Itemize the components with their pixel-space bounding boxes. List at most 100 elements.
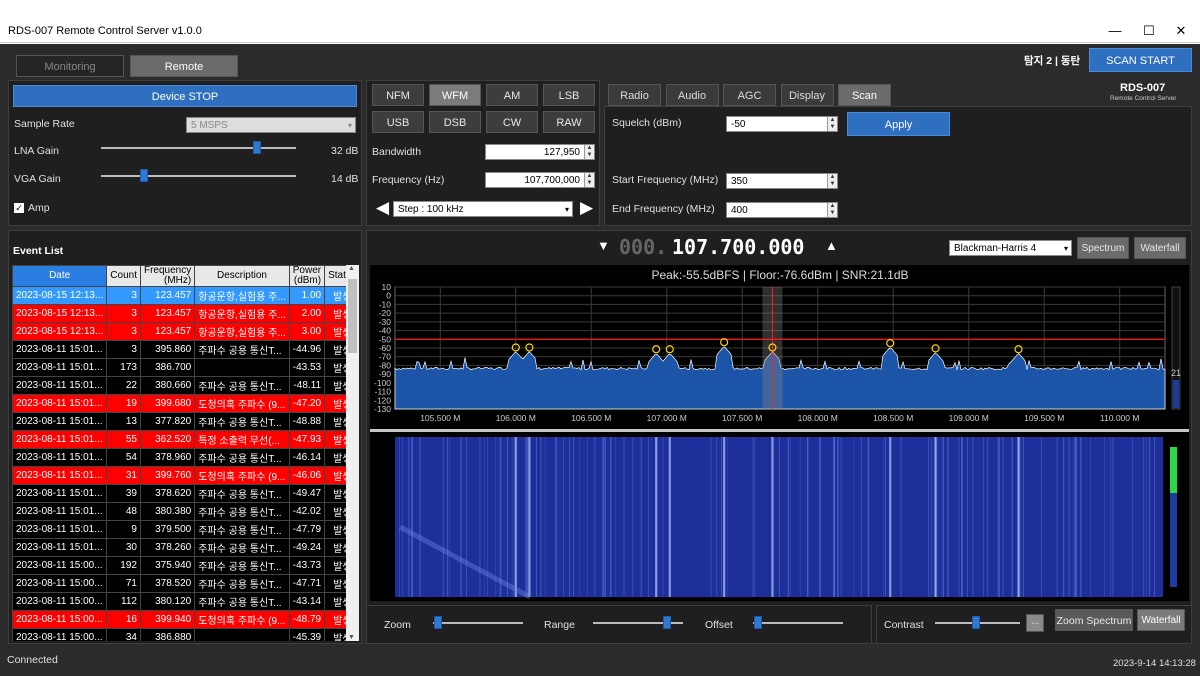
bandwidth-input[interactable]: 127,950 ▲ ▼ [485, 144, 595, 160]
minimize-button[interactable]: — [1100, 22, 1130, 40]
mode-lsb-button[interactable]: LSB [543, 84, 595, 106]
freq-up-icon[interactable]: ▲ [825, 238, 838, 253]
mode-nfm-button[interactable]: NFM [372, 84, 424, 106]
spin-icon[interactable]: ▲ ▼ [827, 117, 837, 131]
column-header[interactable]: Power (dBm) [288, 265, 326, 287]
tab-radio[interactable]: Radio [608, 84, 661, 106]
tab-audio[interactable]: Audio [665, 84, 719, 106]
table-row[interactable]: 2023-08-11 15:01... 31 399.760 도청의혹 주파수 (9.… [12, 466, 346, 485]
scroll-down-icon[interactable]: ▼ [348, 634, 355, 641]
mode-am-button[interactable]: AM [486, 84, 538, 106]
slider-thumb[interactable] [971, 616, 980, 629]
lna-gain-thumb[interactable] [253, 141, 261, 154]
spectrum-waterfall-view[interactable]: Peak:-55.5dBFS | Floor:-76.6dBm | SNR:21… [370, 265, 1189, 601]
table-row[interactable]: 2023-08-11 15:01... 54 378.960 주파수 공용 통신T..… [12, 448, 346, 467]
tab-remote[interactable]: Remote [130, 55, 238, 77]
mode-usb-button[interactable]: USB [372, 111, 424, 133]
spectrum-button[interactable]: Spectrum [1077, 237, 1129, 259]
offset-slider[interactable] [753, 616, 843, 629]
table-row[interactable]: 2023-08-11 15:01... 13 377.820 주파수 공용 통신T..… [12, 412, 346, 431]
cell-status: 발생 [324, 538, 346, 557]
amp-checkbox[interactable]: ✓ [14, 203, 24, 213]
end-frequency-input[interactable]: 400 ▲ ▼ [726, 202, 838, 218]
apply-button[interactable]: Apply [847, 112, 950, 136]
spin-icon[interactable]: ▲ ▼ [827, 174, 837, 188]
cell-desc: 도청의혹 주파수 (9... [194, 610, 290, 629]
slider-thumb[interactable] [753, 616, 762, 629]
step-select[interactable]: Step : 100 kHz ▾ [393, 201, 573, 217]
column-header[interactable]: Frequency (MHz) [139, 265, 196, 287]
table-row[interactable]: 2023-08-11 15:00... 192 375.940 주파수 공용 통신T.… [12, 556, 346, 575]
step-right-icon[interactable]: ▶ [580, 198, 593, 218]
maximize-button[interactable]: ☐ [1134, 22, 1164, 40]
table-row[interactable]: 2023-08-11 15:01... 48 380.380 주파수 공용 통신T..… [12, 502, 346, 521]
table-row[interactable]: 2023-08-11 15:01... 3 395.860 주파수 공용 통신T...… [12, 340, 346, 359]
window-function-select[interactable]: Blackman-Harris 4 ▾ [949, 240, 1072, 256]
device-stop-button[interactable]: Device STOP [13, 85, 357, 107]
freq-down-icon[interactable]: ▼ [597, 238, 610, 253]
table-row[interactable]: 2023-08-11 15:01... 19 399.680 도청의혹 주파수 (9.… [12, 394, 346, 413]
tab-monitoring[interactable]: Monitoring [16, 55, 124, 77]
x-tick-label: 109.500 M [1024, 413, 1064, 423]
table-row[interactable]: 2023-08-11 15:01...173386.700 -43.53발생 [12, 358, 346, 377]
table-row[interactable]: 2023-08-11 15:00...34386.880 -45.39발생 [12, 628, 346, 641]
cell-freq: 386.700 [139, 358, 196, 377]
mode-raw-button[interactable]: RAW [543, 111, 595, 133]
cell-status: 발생 [324, 340, 346, 359]
zoom-slider[interactable] [433, 616, 523, 629]
column-header[interactable]: Count [106, 265, 141, 287]
column-header[interactable]: Description [194, 265, 290, 287]
waterfall-button[interactable]: Waterfall [1134, 237, 1186, 259]
spin-icon[interactable]: ▲ ▼ [827, 203, 837, 217]
table-row[interactable]: 2023-08-11 15:00... 71 378.520 주파수 공용 통신T..… [12, 574, 346, 593]
scroll-up-icon[interactable]: ▲ [348, 265, 355, 272]
sample-rate-select[interactable]: 5 MSPS ▾ [186, 117, 356, 133]
scan-start-button[interactable]: SCAN START [1089, 48, 1192, 72]
step-left-icon[interactable]: ◀ [376, 198, 389, 218]
table-row[interactable]: 2023-08-11 15:01... 30 378.260 주파수 공용 통신T..… [12, 538, 346, 557]
contrast-slider[interactable] [935, 616, 1020, 629]
spin-icon[interactable]: ▲ ▼ [584, 173, 594, 187]
vga-gain-thumb[interactable] [139, 169, 148, 182]
zoom-spectrum-button[interactable]: Zoom Spectrum [1055, 609, 1133, 631]
close-button[interactable]: ✕ [1166, 22, 1196, 40]
column-header[interactable]: Date [12, 265, 108, 287]
tab-scan[interactable]: Scan [838, 84, 891, 106]
table-row[interactable]: 2023-08-11 15:00... 16 399.940 도청의혹 주파수 (9.… [12, 610, 346, 629]
mode-dsb-button[interactable]: DSB [429, 111, 481, 133]
cell-freq: 123.457 [139, 322, 196, 341]
lna-gain-slider[interactable] [101, 147, 296, 149]
vga-gain-slider[interactable] [101, 175, 296, 177]
column-header[interactable]: Status [324, 265, 346, 287]
table-row[interactable]: 2023-08-15 12:13... 3 123.457 항공운항,실험용 주...… [12, 304, 346, 323]
squelch-input[interactable]: -50 ▲ ▼ [726, 116, 838, 132]
tab-display[interactable]: Display [780, 84, 834, 106]
waterfall-controls: Contrast ... Zoom Spectrum Waterfall [876, 605, 1192, 644]
event-table-container: Date Count Frequency (MHz) Description Power(… [12, 265, 346, 641]
scrollbar-thumb[interactable] [348, 279, 357, 353]
range-slider[interactable] [593, 616, 683, 629]
table-row[interactable]: 2023-08-15 12:13... 3 123.457 항공운항,실험용 주...… [12, 322, 346, 341]
bandwidth-value: 127,950 [543, 147, 580, 158]
cell-date: 2023-08-11 15:01... [12, 358, 108, 377]
start-frequency-input[interactable]: 350 ▲ ▼ [726, 173, 838, 189]
tab-agc[interactable]: AGC [723, 84, 776, 106]
mode-cw-button[interactable]: CW [486, 111, 538, 133]
more-button[interactable]: ... [1026, 614, 1044, 632]
slider-thumb[interactable] [662, 616, 671, 629]
app-body: Monitoring Remote 탐지 2 | 동탄 SCAN START D… [0, 44, 1200, 676]
table-row[interactable]: 2023-08-11 15:01... 22 380.660 주파수 공용 통신T..… [12, 376, 346, 395]
slider-thumb[interactable] [433, 616, 442, 629]
table-row[interactable]: 2023-08-11 15:01... 39 378.620 주파수 공용 통신T..… [12, 484, 346, 503]
table-row[interactable]: 2023-08-11 15:00... 112 380.120 주파수 공용 통신T.… [12, 592, 346, 611]
cell-desc: 주파수 공용 통신T... [194, 520, 290, 539]
mode-wfm-button[interactable]: WFM [429, 84, 481, 106]
spin-icon[interactable]: ▲ ▼ [584, 145, 594, 159]
table-row[interactable]: 2023-08-15 12:13... 3 123.457 항공운항,실험용 주...… [12, 286, 346, 305]
table-row[interactable]: 2023-08-11 15:01... 9 379.500 주파수 공용 통신T...… [12, 520, 346, 539]
event-scrollbar[interactable]: ▲ ▼ [346, 265, 359, 641]
cell-freq: 380.120 [139, 592, 196, 611]
table-row[interactable]: 2023-08-11 15:01... 55 362.520 특정 소출력 무선(..… [12, 430, 346, 449]
waterfall-mode-button[interactable]: Waterfall [1137, 609, 1185, 631]
frequency-input[interactable]: 107,700,000 ▲ ▼ [485, 172, 595, 188]
